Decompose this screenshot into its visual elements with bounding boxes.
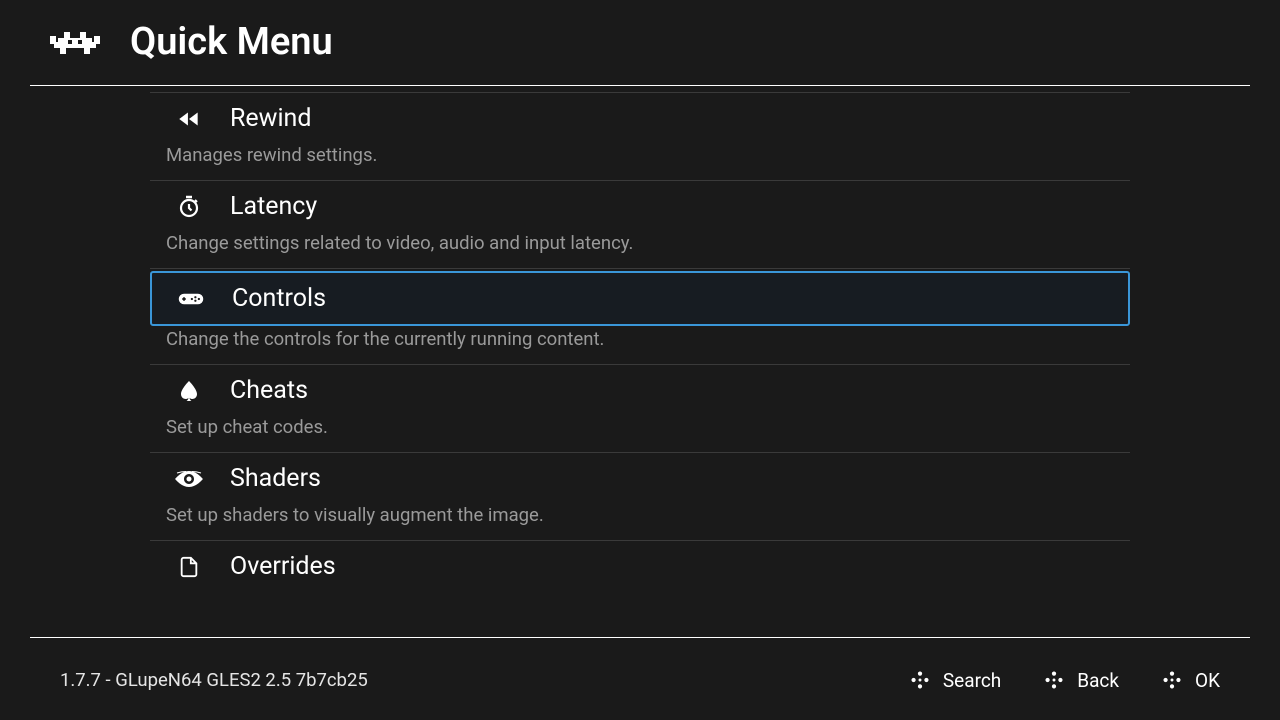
menu-item[interactable]: Shaders Set up shaders to visually augmen… bbox=[150, 452, 1130, 540]
menu-item-desc: Set up cheat codes. bbox=[150, 416, 1130, 452]
menu-item-label: Cheats bbox=[230, 376, 308, 405]
eye-icon bbox=[175, 465, 203, 493]
dpad-icon bbox=[909, 669, 931, 691]
invader-icon bbox=[50, 28, 100, 56]
dpad-icon bbox=[1043, 669, 1065, 691]
menu-item-row[interactable]: Cheats bbox=[150, 365, 1130, 416]
footer: 1.7.7 - GLupeN64 GLES2 2.5 7b7cb25 Searc… bbox=[0, 640, 1280, 720]
menu-item[interactable]: Latency Change settings related to video,… bbox=[150, 180, 1130, 268]
menu-list: Adjust Bezels and Onscreen controlsRewin… bbox=[150, 86, 1130, 638]
page-title: Quick Menu bbox=[130, 20, 333, 64]
footer-divider bbox=[30, 637, 1250, 638]
menu-item-row[interactable]: Rewind bbox=[150, 93, 1130, 144]
menu-item[interactable]: Rewind Manages rewind settings. bbox=[150, 92, 1130, 180]
footer-action-label: OK bbox=[1195, 669, 1220, 692]
footer-action-label: Back bbox=[1077, 669, 1119, 692]
menu-item-label: Rewind bbox=[230, 104, 311, 133]
footer-actions: Search Back OK bbox=[909, 669, 1220, 692]
header: Quick Menu bbox=[0, 0, 1280, 82]
menu-item-desc: Manages rewind settings. bbox=[150, 144, 1130, 180]
menu-item-desc: Set up shaders to visually augment the i… bbox=[150, 504, 1130, 540]
menu-item-row[interactable]: Overrides bbox=[150, 541, 1130, 592]
menu-item[interactable]: Cheats Set up cheat codes. bbox=[150, 364, 1130, 452]
footer-action-search[interactable]: Search bbox=[909, 669, 1001, 692]
menu-item-label: Shaders bbox=[230, 464, 321, 493]
clock-icon bbox=[175, 193, 203, 221]
file-icon bbox=[175, 553, 203, 581]
dpad-icon bbox=[1161, 669, 1183, 691]
menu-item-label: Latency bbox=[230, 192, 317, 221]
menu-item-row[interactable]: Controls bbox=[150, 271, 1130, 326]
menu-item[interactable]: Overrides bbox=[150, 540, 1130, 592]
footer-action-label: Search bbox=[943, 669, 1001, 692]
menu-item-row[interactable]: Shaders bbox=[150, 453, 1130, 504]
status-text: 1.7.7 - GLupeN64 GLES2 2.5 7b7cb25 bbox=[60, 669, 368, 691]
menu-item-label: Controls bbox=[232, 284, 326, 313]
menu-item[interactable]: Controls Change the controls for the curr… bbox=[150, 268, 1130, 364]
footer-action-back[interactable]: Back bbox=[1043, 669, 1119, 692]
menu-item-desc: Change settings related to video, audio … bbox=[150, 232, 1130, 268]
spade-icon bbox=[175, 377, 203, 405]
menu-item-label: Overrides bbox=[230, 552, 336, 581]
menu-item-desc: Change the controls for the currently ru… bbox=[150, 328, 1130, 364]
rewind-icon bbox=[175, 105, 203, 133]
footer-action-ok[interactable]: OK bbox=[1161, 669, 1220, 692]
gamepad-icon bbox=[177, 285, 205, 313]
menu-item-row[interactable]: Latency bbox=[150, 181, 1130, 232]
